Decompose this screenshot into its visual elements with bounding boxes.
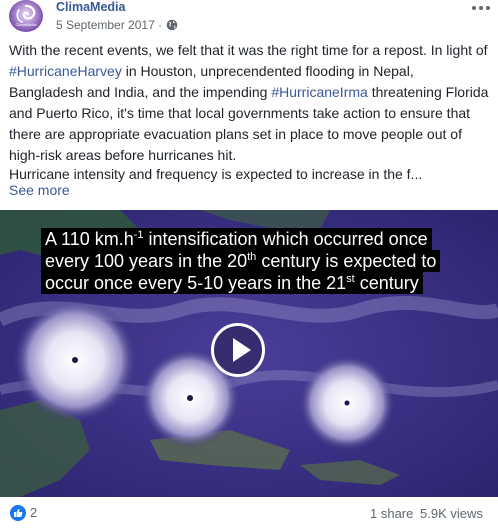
hashtag-link[interactable]: #HurricaneIrma [271,84,367,100]
like-count[interactable]: 2 [30,505,37,520]
more-options-icon[interactable] [472,4,490,12]
post-header: ClimaMedia ClimaMedia 5 September 2017 · [0,0,498,40]
globe-icon [166,19,178,31]
caption-line-3: occur once every 5-10 years in the 21st … [41,272,423,294]
post-date-link[interactable]: 5 September 2017 [56,18,155,32]
post-footer: 2 1 share 5.9K views [0,497,498,529]
post-paragraph-1: With the recent events, we felt that it … [9,40,489,166]
see-more-link[interactable]: See more [9,182,70,198]
play-button-icon[interactable] [211,323,265,377]
hashtag-link[interactable]: #HurricaneHarvey [9,63,122,79]
date-separator: · [158,18,162,32]
video-player[interactable]: A 110 km.h-1 intensification which occur… [0,210,498,497]
caption-line-1: A 110 km.h-1 intensification which occur… [41,228,432,250]
avatar-label: ClimaMedia [15,22,37,27]
view-count: 5.9K views [420,506,483,521]
post-text-segment: With the recent events, we felt that it … [9,42,488,58]
caption-line-2: every 100 years in the 20th century is e… [41,250,441,272]
share-count[interactable]: 1 share [370,506,413,521]
page-name-link[interactable]: ClimaMedia [56,0,125,14]
like-reaction-icon[interactable] [10,505,26,521]
avatar[interactable]: ClimaMedia [9,0,43,32]
post-paragraph-2: Hurricane intensity and frequency is exp… [9,166,423,182]
post-body: With the recent events, we felt that it … [9,40,489,166]
swirl-logo-icon [16,4,36,23]
